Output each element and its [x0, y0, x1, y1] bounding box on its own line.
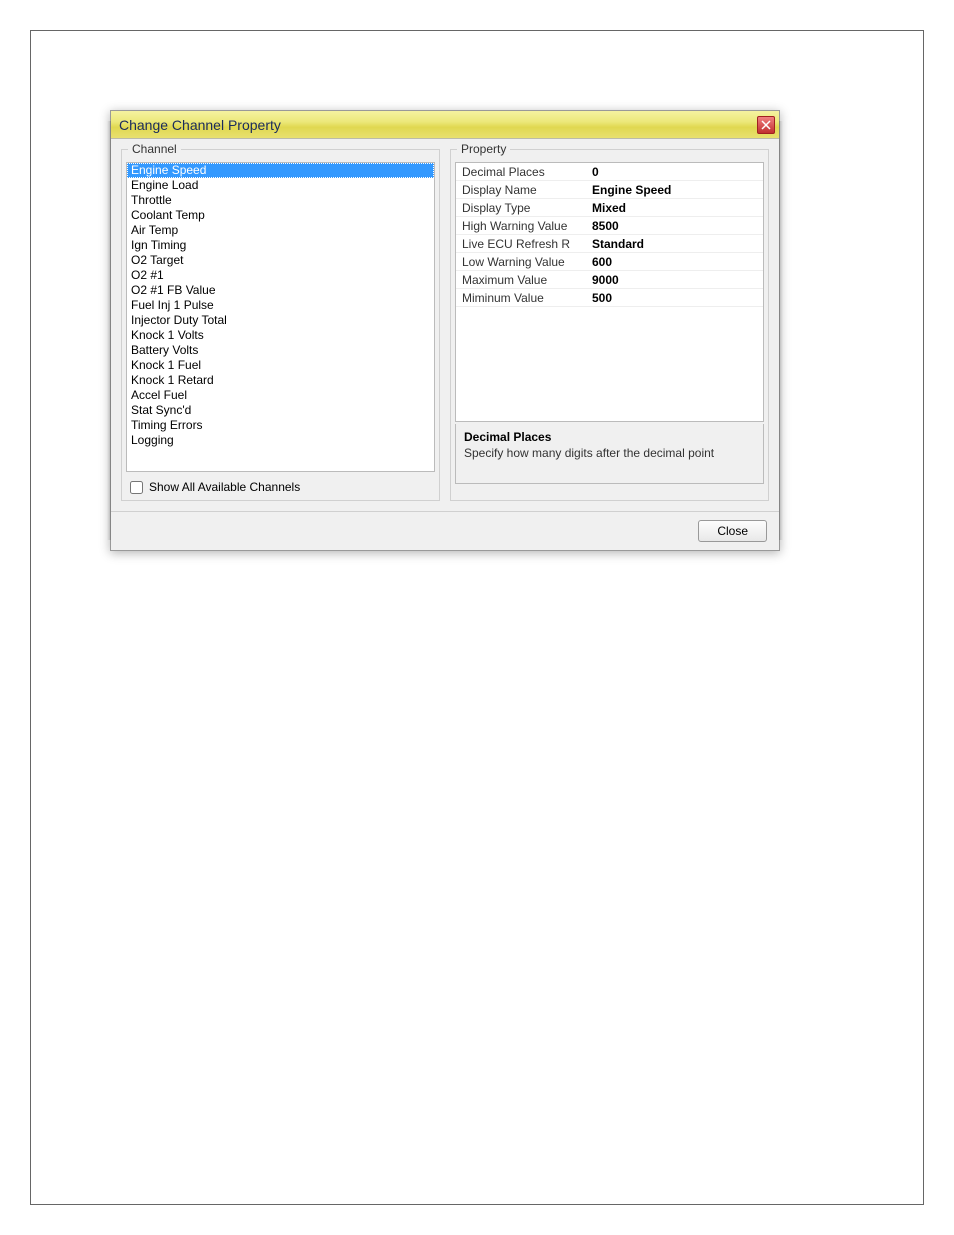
show-all-channels-label: Show All Available Channels	[149, 480, 300, 494]
property-label: High Warning Value	[456, 219, 586, 233]
list-item[interactable]: Injector Duty Total	[127, 313, 434, 328]
list-item[interactable]: Logging	[127, 433, 434, 448]
property-row[interactable]: Display TypeMixed	[456, 199, 763, 217]
decor-shadow	[107, 121, 111, 540]
list-item[interactable]: Ign Timing	[127, 238, 434, 253]
property-label: Maximum Value	[456, 273, 586, 287]
property-value[interactable]: 8500	[586, 219, 763, 233]
list-item[interactable]: O2 Target	[127, 253, 434, 268]
property-row[interactable]: High Warning Value8500	[456, 217, 763, 235]
property-label: Decimal Places	[456, 165, 586, 179]
channel-panel-label: Channel	[128, 142, 181, 156]
property-value[interactable]: 500	[586, 291, 763, 305]
property-description-text: Specify how many digits after the decima…	[464, 446, 755, 460]
show-all-channels-checkbox[interactable]	[130, 481, 143, 494]
property-description-title: Decimal Places	[464, 430, 755, 444]
list-item[interactable]: Throttle	[127, 193, 434, 208]
property-value[interactable]: 600	[586, 255, 763, 269]
window-close-button[interactable]	[757, 116, 775, 134]
property-row[interactable]: Live ECU Refresh RStandard	[456, 235, 763, 253]
change-channel-property-dialog: Change Channel Property Channel Engine S…	[110, 110, 780, 551]
property-row[interactable]: Miminum Value500	[456, 289, 763, 307]
list-item[interactable]: Engine Load	[127, 178, 434, 193]
property-value[interactable]: 0	[586, 165, 763, 179]
property-description-box: Decimal Places Specify how many digits a…	[455, 424, 764, 484]
channel-listbox[interactable]: Engine SpeedEngine LoadThrottleCoolant T…	[126, 162, 435, 472]
property-value[interactable]: Mixed	[586, 201, 763, 215]
list-item[interactable]: Accel Fuel	[127, 388, 434, 403]
list-item[interactable]: Knock 1 Volts	[127, 328, 434, 343]
property-grid[interactable]: Decimal Places0Display NameEngine SpeedD…	[455, 162, 764, 422]
list-item[interactable]: Knock 1 Retard	[127, 373, 434, 388]
window-title: Change Channel Property	[119, 117, 281, 133]
list-item[interactable]: Coolant Temp	[127, 208, 434, 223]
property-row[interactable]: Maximum Value9000	[456, 271, 763, 289]
property-label: Display Type	[456, 201, 586, 215]
titlebar: Change Channel Property	[111, 111, 779, 139]
property-value[interactable]: 9000	[586, 273, 763, 287]
channel-panel: Channel Engine SpeedEngine LoadThrottleC…	[121, 149, 440, 501]
list-item[interactable]: O2 #1	[127, 268, 434, 283]
list-item[interactable]: Air Temp	[127, 223, 434, 238]
list-item[interactable]: Stat Sync'd	[127, 403, 434, 418]
dialog-body: Channel Engine SpeedEngine LoadThrottleC…	[111, 139, 779, 511]
property-value[interactable]: Standard	[586, 237, 763, 251]
property-label: Display Name	[456, 183, 586, 197]
property-row[interactable]: Low Warning Value600	[456, 253, 763, 271]
property-row[interactable]: Decimal Places0	[456, 163, 763, 181]
property-label: Low Warning Value	[456, 255, 586, 269]
list-item[interactable]: Battery Volts	[127, 343, 434, 358]
property-panel-label: Property	[457, 142, 510, 156]
property-row[interactable]: Display NameEngine Speed	[456, 181, 763, 199]
close-button[interactable]: Close	[698, 520, 767, 542]
list-item[interactable]: Fuel Inj 1 Pulse	[127, 298, 434, 313]
close-icon	[761, 120, 771, 130]
property-label: Live ECU Refresh R	[456, 237, 586, 251]
list-item[interactable]: Engine Speed	[127, 163, 434, 178]
list-item[interactable]: Knock 1 Fuel	[127, 358, 434, 373]
decor-shadow	[779, 121, 783, 540]
dialog-footer: Close	[111, 511, 779, 550]
property-value[interactable]: Engine Speed	[586, 183, 763, 197]
list-item[interactable]: Timing Errors	[127, 418, 434, 433]
property-label: Miminum Value	[456, 291, 586, 305]
show-all-channels-checkbox-row[interactable]: Show All Available Channels	[124, 476, 437, 498]
property-panel: Property Decimal Places0Display NameEngi…	[450, 149, 769, 501]
list-item[interactable]: O2 #1 FB Value	[127, 283, 434, 298]
